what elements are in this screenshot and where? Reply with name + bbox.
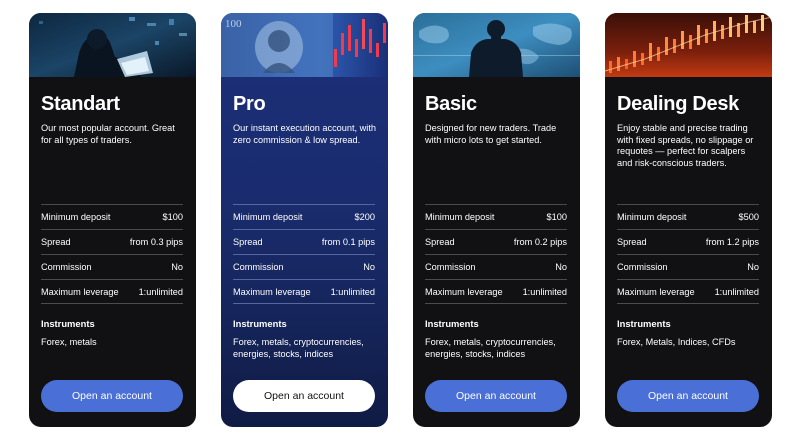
spec-value: from 0.2 pips (513, 237, 567, 247)
spec-label: Spread (425, 237, 455, 247)
spec-value: No (747, 262, 759, 272)
spec-value: No (171, 262, 183, 272)
spec-label: Commission (233, 262, 284, 272)
spec-row-commission: Commission No (233, 254, 375, 279)
open-account-button[interactable]: Open an account (425, 380, 567, 412)
candlestick-chart-image (605, 13, 772, 77)
spec-row-spread: Spread from 0.2 pips (425, 229, 567, 254)
card-title: Basic (425, 93, 477, 115)
spec-list: Minimum deposit $200 Spread from 0.1 pip… (233, 204, 375, 304)
card-title: Dealing Desk (617, 93, 740, 115)
open-account-button[interactable]: Open an account (617, 380, 759, 412)
card-description: Enjoy stable and precise trading with fi… (617, 123, 754, 168)
account-card-dealing-desk: Dealing Desk Enjoy stable and precise tr… (605, 13, 772, 427)
spec-value: No (363, 262, 375, 272)
spec-label: Minimum deposit (425, 212, 495, 222)
spec-row-minimum-deposit: Minimum deposit $200 (233, 204, 375, 229)
spec-value: $100 (162, 212, 183, 222)
card-description: Our instant execution account, with zero… (233, 123, 376, 145)
spec-row-maximum-leverage: Maximum leverage 1:unlimited (425, 279, 567, 304)
open-account-button[interactable]: Open an account (41, 380, 183, 412)
spec-list: Minimum deposit $100 Spread from 0.2 pip… (425, 204, 567, 304)
dollar-bill-chart-image: 100 (221, 13, 388, 77)
spec-row-minimum-deposit: Minimum deposit $100 (425, 204, 567, 229)
spec-label: Spread (617, 237, 647, 247)
spec-value: $200 (354, 212, 375, 222)
spec-label: Commission (41, 262, 92, 272)
trader-at-world-map-image (413, 13, 580, 77)
instruments-heading: Instruments (617, 318, 671, 329)
spec-row-maximum-leverage: Maximum leverage 1:unlimited (233, 279, 375, 304)
spec-label: Maximum leverage (233, 286, 311, 297)
spec-value: from 0.3 pips (129, 237, 183, 247)
spec-value: No (555, 262, 567, 272)
spec-value: $100 (546, 212, 567, 222)
spec-row-maximum-leverage: Maximum leverage 1:unlimited (41, 279, 183, 304)
spec-label: Spread (233, 237, 263, 247)
spec-row-commission: Commission No (425, 254, 567, 279)
spec-value: from 0.1 pips (321, 237, 375, 247)
spec-row-spread: Spread from 0.3 pips (41, 229, 183, 254)
instruments-heading: Instruments (233, 318, 287, 329)
spec-value: from 1.2 pips (705, 237, 759, 247)
instruments-list: Forex, Metals, Indices, CFDs (617, 337, 736, 347)
card-description: Designed for new traders. Trade with mic… (425, 123, 557, 145)
instruments-list: Forex, metals (41, 337, 97, 347)
spec-row-minimum-deposit: Minimum deposit $100 (41, 204, 183, 229)
card-description: Our most popular account. Great for all … (41, 123, 175, 145)
instruments-heading: Instruments (425, 318, 479, 329)
spec-label: Maximum leverage (617, 286, 695, 297)
spec-value: $500 (738, 212, 759, 222)
spec-row-commission: Commission No (41, 254, 183, 279)
spec-value: 1:unlimited (714, 286, 759, 297)
spec-label: Minimum deposit (41, 212, 111, 222)
spec-value: 1:unlimited (522, 286, 567, 297)
card-title: Standart (41, 93, 120, 115)
spec-label: Maximum leverage (425, 286, 503, 297)
spec-label: Minimum deposit (617, 212, 687, 222)
spec-value: 1:unlimited (330, 286, 375, 297)
card-title: Pro (233, 93, 266, 115)
account-cards: Standart Our most popular account. Great… (0, 0, 800, 440)
svg-text:100: 100 (225, 18, 242, 30)
spec-list: Minimum deposit $500 Spread from 1.2 pip… (617, 204, 759, 304)
spec-row-spread: Spread from 1.2 pips (617, 229, 759, 254)
spec-label: Spread (41, 237, 71, 247)
instruments-list: Forex, metals, cryptocurrencies, energie… (233, 337, 364, 359)
account-card-standart: Standart Our most popular account. Great… (29, 13, 196, 427)
instruments-heading: Instruments (41, 318, 95, 329)
spec-row-minimum-deposit: Minimum deposit $500 (617, 204, 759, 229)
person-at-laptop-image (29, 13, 196, 77)
account-card-pro: 100 Pro Our instant execution account, w… (221, 13, 388, 427)
spec-row-spread: Spread from 0.1 pips (233, 229, 375, 254)
spec-list: Minimum deposit $100 Spread from 0.3 pip… (41, 204, 183, 304)
account-card-basic: Basic Designed for new traders. Trade wi… (413, 13, 580, 427)
spec-row-commission: Commission No (617, 254, 759, 279)
spec-label: Maximum leverage (41, 286, 119, 297)
spec-label: Commission (425, 262, 476, 272)
spec-label: Commission (617, 262, 668, 272)
open-account-button[interactable]: Open an account (233, 380, 375, 412)
spec-label: Minimum deposit (233, 212, 303, 222)
spec-row-maximum-leverage: Maximum leverage 1:unlimited (617, 279, 759, 304)
spec-value: 1:unlimited (138, 286, 183, 297)
instruments-list: Forex, metals, cryptocurrencies, energie… (425, 337, 556, 359)
